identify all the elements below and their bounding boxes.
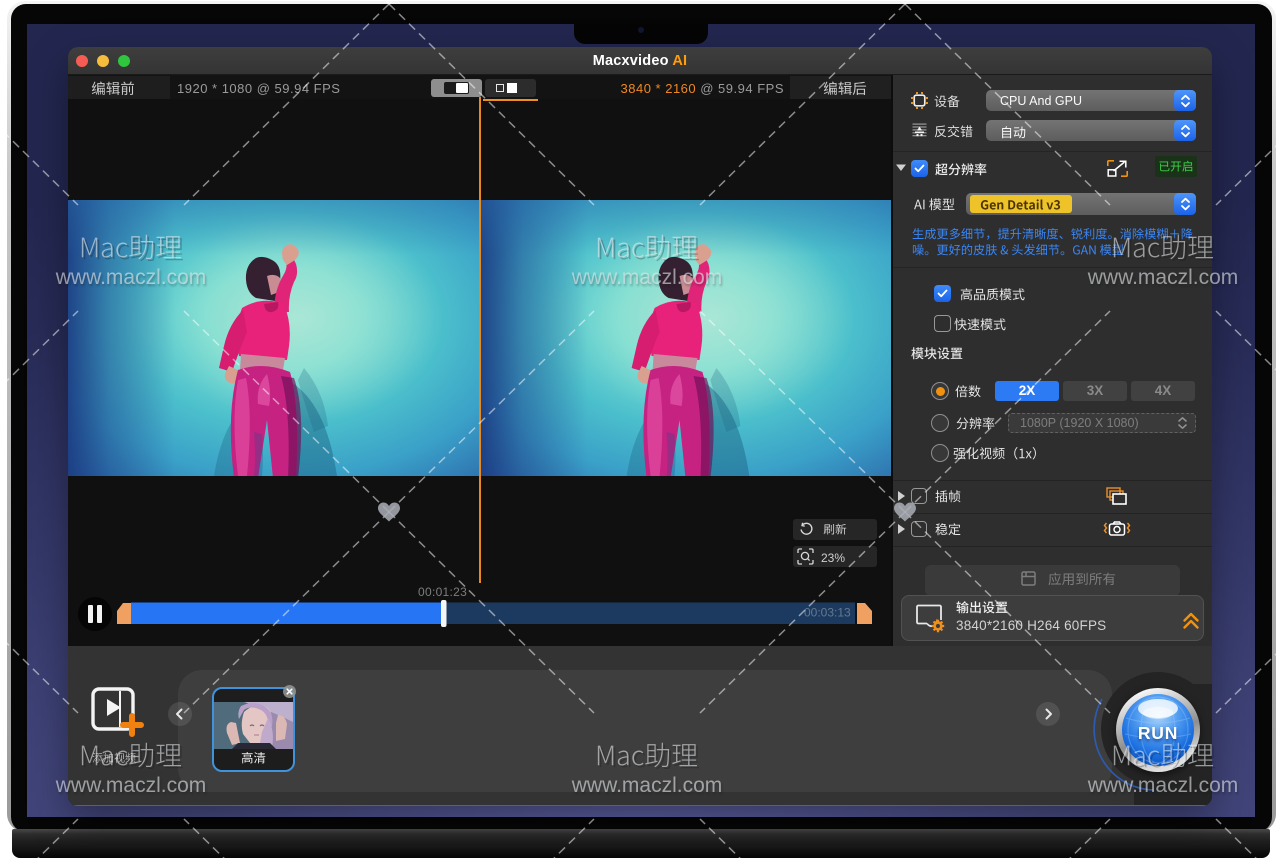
svg-text:00:03:13: 00:03:13 [804, 606, 851, 620]
